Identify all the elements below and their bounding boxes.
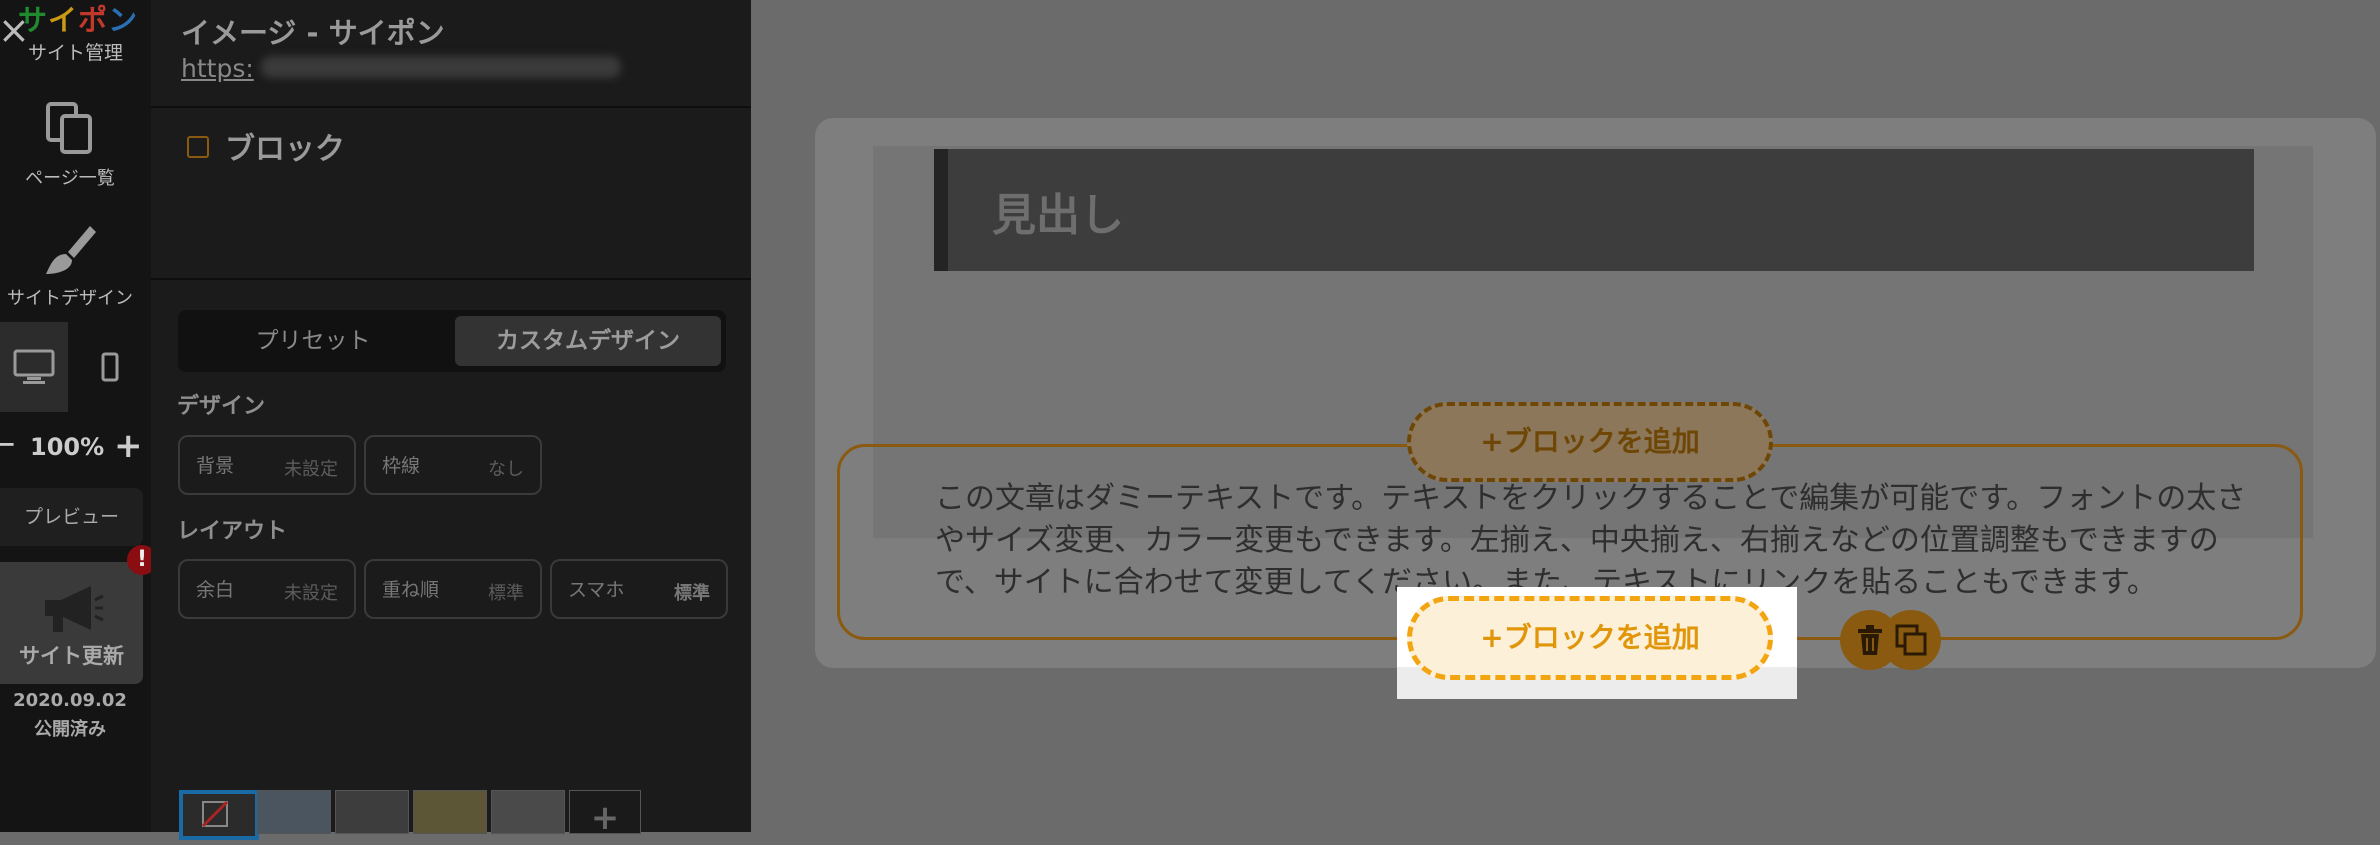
block-checkbox[interactable] xyxy=(187,136,209,158)
option-key: スマホ xyxy=(568,579,625,601)
z-order-option[interactable]: 重ね順 標準 xyxy=(364,559,542,619)
page-url-link[interactable]: https: xyxy=(181,54,254,83)
zoom-in-button[interactable]: + xyxy=(114,426,143,466)
option-value: 標準 xyxy=(674,583,710,604)
tab-custom-design[interactable]: カスタムデザイン xyxy=(455,316,721,366)
border-option[interactable]: 枠線 なし xyxy=(364,435,542,495)
heading-text[interactable]: 見出し xyxy=(992,179,1124,243)
zoom-out-button[interactable]: − xyxy=(0,430,18,458)
megaphone-icon xyxy=(44,586,104,632)
background-option[interactable]: 背景 未設定 xyxy=(178,435,356,495)
desktop-view-button[interactable] xyxy=(0,322,68,412)
mobile-icon xyxy=(101,352,119,382)
thumbnail-item[interactable] xyxy=(413,790,487,834)
block-settings-panel: イメージ - サイポン https: ブロック プリセット カスタムデザイン デ… xyxy=(151,0,751,840)
trash-icon xyxy=(1858,625,1882,655)
option-key: 枠線 xyxy=(382,455,421,477)
publish-date: 2020.09.02 xyxy=(13,690,127,711)
zoom-value: 100% xyxy=(30,433,105,461)
publish-status: 公開済み xyxy=(34,719,106,740)
site-admin-label: サイト管理 xyxy=(28,42,124,64)
add-thumbnail-button[interactable]: + xyxy=(569,790,641,838)
blurred-url xyxy=(261,56,621,78)
no-style-icon xyxy=(201,800,229,828)
option-key: 重ね順 xyxy=(382,579,440,601)
divider xyxy=(151,106,751,108)
tab-preset[interactable]: プリセット xyxy=(178,310,448,372)
text-block[interactable]: この文章はダミーテキストです。テキストをクリックすることで編集が可能です。フォン… xyxy=(935,478,2265,604)
design-mode-tabs: プリセット カスタムデザイン xyxy=(178,310,726,372)
mobile-view-button[interactable] xyxy=(84,322,136,412)
mobile-option[interactable]: スマホ 標準 xyxy=(550,559,728,619)
device-switch xyxy=(0,322,151,412)
option-key: 背景 xyxy=(196,455,235,477)
brush-icon xyxy=(46,226,96,274)
zoom-control: − 100% + xyxy=(0,426,151,470)
thumbnail-item[interactable] xyxy=(335,790,409,834)
layout-section-label: レイアウト xyxy=(177,519,288,544)
design-label: サイトデザイン xyxy=(7,288,133,309)
site-update-button[interactable]: サイト更新 xyxy=(0,562,143,684)
copy-icon xyxy=(1895,624,1927,656)
duplicate-block-button[interactable] xyxy=(1881,610,1941,670)
divider xyxy=(151,278,751,280)
editor-canvas: 見出し この文章はダミーテキストです。テキストをクリックすることで編集が可能です… xyxy=(751,0,2380,832)
option-value: なし xyxy=(488,459,524,480)
option-key: 余白 xyxy=(196,579,235,601)
option-value: 未設定 xyxy=(284,459,338,480)
add-block-button-top[interactable]: +ブロックを追加 xyxy=(1407,402,1773,482)
section-title: ブロック xyxy=(225,132,345,167)
thumbnail-none[interactable] xyxy=(179,790,259,840)
site-update-label: サイト更新 xyxy=(19,644,124,668)
pages-icon xyxy=(46,102,92,154)
thumbnail-item[interactable] xyxy=(257,790,331,834)
logo: サイポン xyxy=(18,3,139,37)
pages-label: ページ一覧 xyxy=(25,168,115,189)
desktop-icon xyxy=(13,349,55,384)
option-value: 未設定 xyxy=(284,583,338,604)
preview-button[interactable]: プレビュー xyxy=(0,488,143,546)
margin-option[interactable]: 余白 未設定 xyxy=(178,559,356,619)
page-title: イメージ - サイポン xyxy=(181,16,445,50)
left-rail: × サイポン サイト管理 ページ一覧 サイトデザイン − 100% + プレビュ… xyxy=(0,0,157,832)
pages-nav[interactable]: ページ一覧 xyxy=(0,100,140,190)
thumbnail-item[interactable] xyxy=(491,790,565,834)
design-nav[interactable]: サイトデザイン xyxy=(0,222,140,310)
design-section-label: デザイン xyxy=(177,394,266,419)
option-value: 標準 xyxy=(488,583,524,604)
heading-block[interactable]: 見出し xyxy=(934,149,2254,271)
add-block-button[interactable]: +ブロックを追加 xyxy=(1407,596,1773,680)
